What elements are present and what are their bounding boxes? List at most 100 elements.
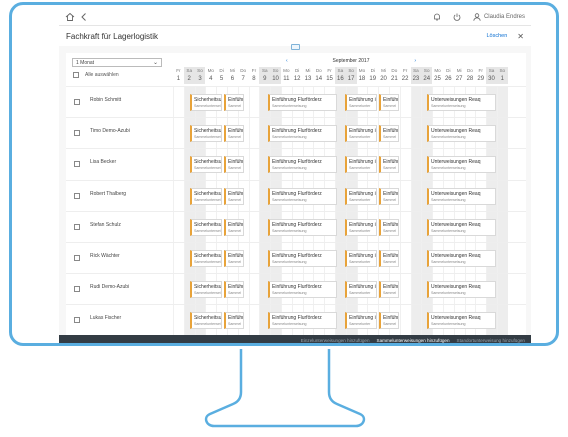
appointment[interactable]: Einführung i Sammelunter xyxy=(345,218,377,236)
appointment-title: Unterweisungen Reaq xyxy=(431,190,481,197)
appointment[interactable]: Einführung Flurförderz Sammelunterweisung xyxy=(268,218,337,236)
appointment[interactable]: Einführ Sammel xyxy=(224,187,244,205)
person-row[interactable]: Lisa Becker Sicherheitsu Sammelunterwei Ein… xyxy=(66,148,526,179)
appointment[interactable]: Einführung i Sammelunter xyxy=(345,187,377,205)
appointment[interactable]: Unterweisungen Reaq Sammelunterweisung xyxy=(427,156,496,174)
appointment[interactable]: Unterweisungen Reaq Sammelunterweisung xyxy=(427,125,496,143)
appointment-title: Einführung i xyxy=(349,128,376,135)
appointment[interactable]: Einführ Sammel xyxy=(224,281,244,299)
appointment-title: Unterweisungen Reaq xyxy=(431,159,481,166)
appointment[interactable]: Sicherheitsu Sammelunterwei xyxy=(190,218,222,236)
person-row[interactable]: Rudi Demo-Azubi Sicherheitsu Sammelunterwe… xyxy=(66,273,526,304)
appointment[interactable]: Einführung Flurförderz Sammelunterweisung xyxy=(268,250,337,267)
day-number: 20 xyxy=(380,76,387,82)
appointment[interactable]: Einführung Flurförderz Sammelunterweisung xyxy=(268,187,337,205)
person-row[interactable]: Robert Thalberg Sicherheitsu Sammelunterwe… xyxy=(66,179,526,211)
person-row[interactable]: Stefan Schulz Sicherheitsu Sammelunterwei E… xyxy=(66,210,526,242)
user-icon[interactable] xyxy=(472,12,482,22)
appointment[interactable]: Sicherheitsu Sammelunterwei xyxy=(190,312,222,330)
appointment-title: Einführ xyxy=(228,284,244,291)
appointment[interactable]: Einführ Sammel xyxy=(224,125,244,143)
row-checkbox[interactable] xyxy=(74,317,80,324)
add-group-instruction-button[interactable]: Sammelunterweisungen hinzufügen xyxy=(377,338,450,343)
appointment-subtitle: Sammelunterwei xyxy=(194,322,221,327)
appointment[interactable]: Einführ Sammel xyxy=(379,312,399,330)
add-site-instruction-button[interactable]: Standortunterweisung hinzufügen xyxy=(457,338,525,343)
appointment-subtitle: Sammelunterweisung xyxy=(431,135,466,140)
user-name[interactable]: Claudia Endres xyxy=(484,14,525,20)
appointment[interactable]: Unterweisungen Reaq Sammelunterweisung xyxy=(427,312,496,330)
appointment-title: Unterweisungen Reaq xyxy=(431,253,481,259)
appointment[interactable]: Einführung i Sammelunter xyxy=(345,250,377,267)
appointment[interactable]: Sicherheitsu Sammelunterwei xyxy=(190,281,222,299)
person-row[interactable]: Timo Demo-Azubi Sicherheitsu Sammelunterwe… xyxy=(66,117,526,148)
row-checkbox[interactable] xyxy=(74,192,80,199)
appointment[interactable]: Einführ Sammel xyxy=(224,312,244,330)
select-all-checkbox[interactable] xyxy=(73,72,79,78)
appointment[interactable]: Sicherheitsu Sammelunterwei xyxy=(190,125,222,143)
notification-bell-icon[interactable] xyxy=(432,12,442,22)
appointment[interactable]: Unterweisungen Reaq Sammelunterweisung xyxy=(427,218,496,236)
row-checkbox[interactable] xyxy=(74,286,80,293)
appointment[interactable]: Einführ Sammel xyxy=(379,156,399,174)
collapse-handle-icon[interactable] xyxy=(291,44,300,50)
appointment-title: Einführung Flurförderz xyxy=(272,221,322,228)
row-checkbox[interactable] xyxy=(74,223,80,230)
power-icon[interactable] xyxy=(452,12,462,22)
previous-month-icon[interactable]: ‹ xyxy=(286,58,288,64)
appointment[interactable]: Unterweisungen Reaq Sammelunterweisung xyxy=(427,250,496,267)
appointment[interactable]: Sicherheitsu Sammelunterwei xyxy=(190,250,222,267)
appointment[interactable]: Einführ Sammel xyxy=(224,156,244,174)
person-row[interactable]: Robin Schmitt Sicherheitsu Sammelunterwei E… xyxy=(66,86,526,117)
appointment[interactable]: Einführ Sammel xyxy=(379,281,399,299)
person-row[interactable]: Rick Wächter Sicherheitsu Sammelunterwei Ei… xyxy=(66,242,526,273)
appointment[interactable]: Sicherheitsu Sammelunterwei xyxy=(190,187,222,205)
appointment[interactable]: Einführung i Sammelunter xyxy=(345,94,377,111)
close-icon[interactable]: ✕ xyxy=(517,32,524,41)
appointment[interactable]: Sicherheitsu Sammelunterwei xyxy=(190,94,222,111)
appointment[interactable]: Einführung Flurförderz Sammelunterweisung xyxy=(268,94,337,111)
row-checkbox[interactable] xyxy=(74,255,80,261)
add-individual-instruction-button[interactable]: Einzelunterweisungen hinzufügen xyxy=(301,338,370,343)
row-checkbox[interactable] xyxy=(74,99,80,105)
appointment-subtitle: Sammel xyxy=(383,166,397,171)
back-icon[interactable] xyxy=(79,12,89,22)
appointment[interactable]: Einführ Sammel xyxy=(379,94,399,111)
appointment[interactable]: Unterweisungen Reaq Sammelunterweisung xyxy=(427,187,496,205)
range-select[interactable]: 1 Monat ⌄ xyxy=(72,58,162,67)
appointment[interactable]: Einführung Flurförderz Sammelunterweisung xyxy=(268,281,337,299)
appointment-subtitle: Sammelunter xyxy=(349,135,371,140)
appointment[interactable]: Einführ Sammel xyxy=(224,250,244,267)
appointment-title: Einführ xyxy=(228,221,244,228)
appointment-title: Einführung i xyxy=(349,284,376,291)
appointment-title: Einführung i xyxy=(349,221,376,228)
appointment[interactable]: Einführung Flurförderz Sammelunterweisung xyxy=(268,125,337,143)
day-number: 16 xyxy=(337,76,344,82)
month-title[interactable]: September 2017 xyxy=(333,58,370,64)
next-month-icon[interactable]: › xyxy=(414,58,416,64)
row-checkbox[interactable] xyxy=(74,161,80,168)
appointment[interactable]: Einführ Sammel xyxy=(224,94,244,111)
appointment[interactable]: Einführung Flurförderz Sammelunterweisung xyxy=(268,312,337,330)
appointment[interactable]: Einführung i Sammelunter xyxy=(345,125,377,143)
row-checkbox[interactable] xyxy=(74,130,80,137)
person-row[interactable]: Lukas Fischer Sicherheitsu Sammelunterwei E… xyxy=(66,304,526,335)
appointment[interactable]: Sicherheitsu Sammelunterwei xyxy=(190,156,222,174)
appointment[interactable]: Einführ Sammel xyxy=(379,250,399,267)
appointment[interactable]: Einführung i Sammelunter xyxy=(345,156,377,174)
appointment[interactable]: Unterweisungen Reaq Sammelunterweisung xyxy=(427,281,496,299)
page-header: Fachkraft für Lagerlogistik Löschen ✕ xyxy=(59,26,531,46)
appointment[interactable]: Einführung Flurförderz Sammelunterweisung xyxy=(268,156,337,174)
home-icon[interactable] xyxy=(65,12,75,22)
appointment[interactable]: Einführung i Sammelunter xyxy=(345,281,377,299)
appointment-subtitle: Sammel xyxy=(228,135,242,140)
appointment[interactable]: Einführung i Sammelunter xyxy=(345,312,377,330)
appointment[interactable]: Einführ Sammel xyxy=(379,125,399,143)
appointment[interactable]: Einführ Sammel xyxy=(379,187,399,205)
select-all[interactable]: Alle auswählen xyxy=(73,72,119,78)
appointment-subtitle: Sammel xyxy=(383,260,397,264)
delete-button[interactable]: Löschen xyxy=(487,33,508,39)
appointment[interactable]: Unterweisungen Reaq Sammelunterweisung xyxy=(427,94,496,111)
appointment[interactable]: Einführ Sammel xyxy=(224,218,244,236)
appointment[interactable]: Einführ Sammel xyxy=(379,218,399,236)
